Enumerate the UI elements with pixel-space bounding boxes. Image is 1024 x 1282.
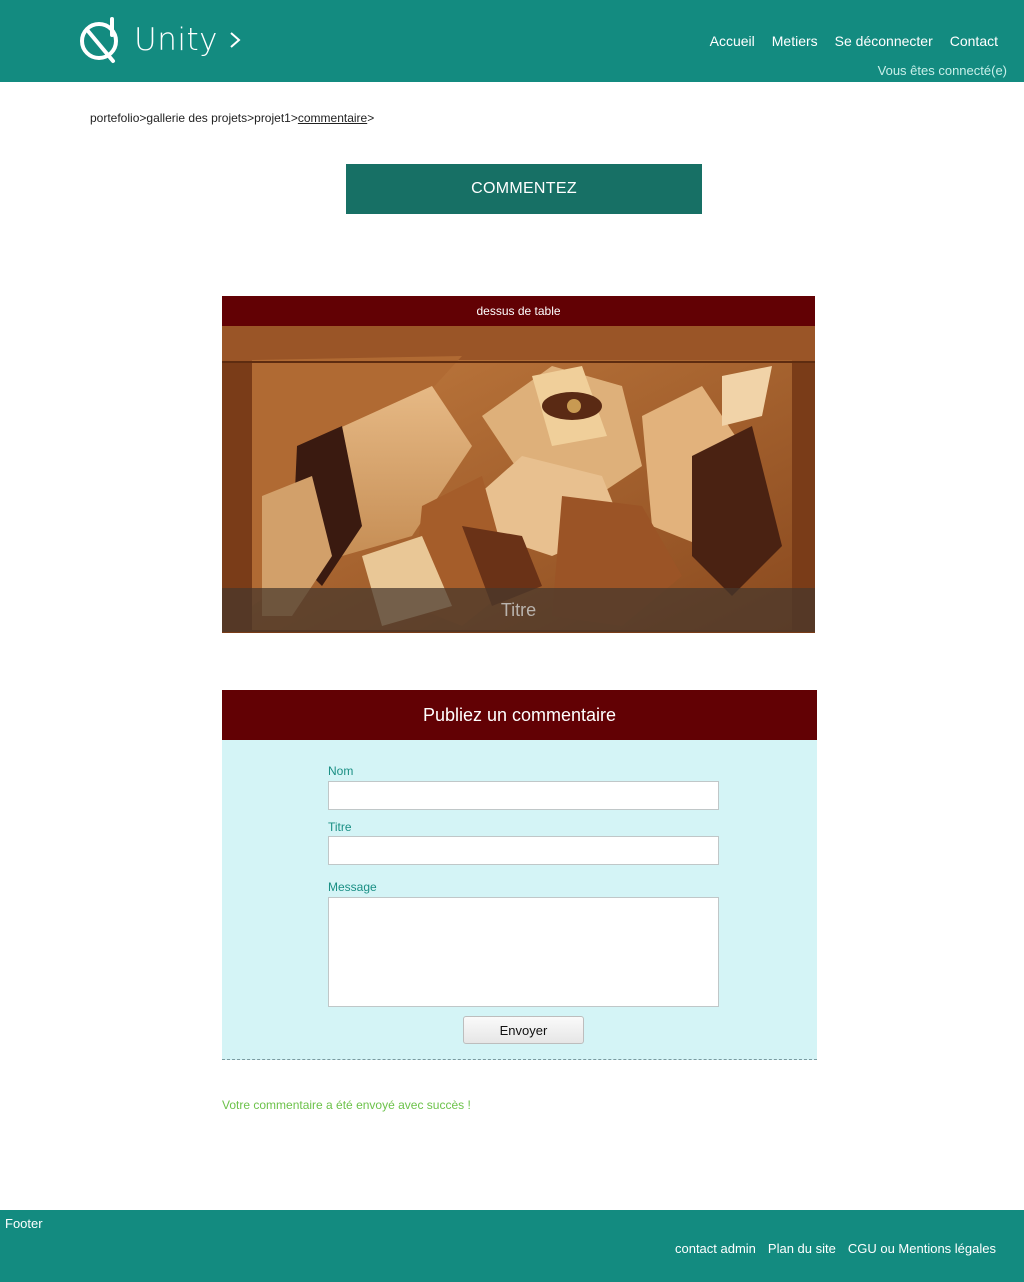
name-input[interactable] [328,781,719,810]
breadcrumb-portefolio[interactable]: portefolio [90,111,139,125]
message-textarea[interactable] [328,897,719,1007]
login-status: Vous êtes connecté(e) [877,63,1007,78]
commentez-button[interactable]: COMMENTEZ [346,164,702,214]
footer-links: contact admin Plan du site CGU ou Mentio… [675,1241,996,1256]
success-message: Votre commentaire a été envoyé avec succ… [222,1098,471,1112]
comment-form: Publiez un commentaire Nom Titre Message… [222,690,817,1060]
project-card: dessus de table Titre [222,296,815,633]
logo-mark-icon [80,17,118,63]
title-input[interactable] [328,836,719,865]
footer-label: Footer [5,1216,43,1231]
name-label: Nom [328,764,354,778]
footer-link-plan-du-site[interactable]: Plan du site [768,1241,836,1256]
nav-logout[interactable]: Se déconnecter [835,33,933,49]
logo-text: Unity [134,22,218,58]
site-header: Unity Accueil Metiers Se déconnecter Con… [0,0,1024,82]
title-label: Titre [328,820,352,834]
breadcrumb: portefolio>gallerie des projets>projet1>… [90,111,374,125]
breadcrumb-gallerie[interactable]: gallerie des projets [146,111,247,125]
nav-contact[interactable]: Contact [950,33,998,49]
send-button[interactable]: Envoyer [463,1016,584,1044]
breadcrumb-projet1[interactable]: projet1 [254,111,291,125]
site-logo[interactable]: Unity [78,14,242,66]
project-caption: Titre [222,588,815,632]
breadcrumb-separator: > [367,111,375,125]
site-footer: Footer contact admin Plan du site CGU ou… [0,1210,1024,1282]
breadcrumb-separator: > [290,111,298,125]
breadcrumb-commentaire[interactable]: commentaire [298,111,367,125]
nav-accueil[interactable]: Accueil [710,33,755,49]
chevron-right-icon [230,32,241,48]
project-image [222,326,815,633]
footer-link-cgu[interactable]: CGU ou Mentions légales [848,1241,996,1256]
main-nav: Accueil Metiers Se déconnecter Contact [710,33,998,49]
message-label: Message [328,880,377,894]
nav-metiers[interactable]: Metiers [772,33,818,49]
project-card-title: dessus de table [222,296,815,326]
form-title: Publiez un commentaire [222,690,817,740]
footer-link-contact-admin[interactable]: contact admin [675,1241,756,1256]
